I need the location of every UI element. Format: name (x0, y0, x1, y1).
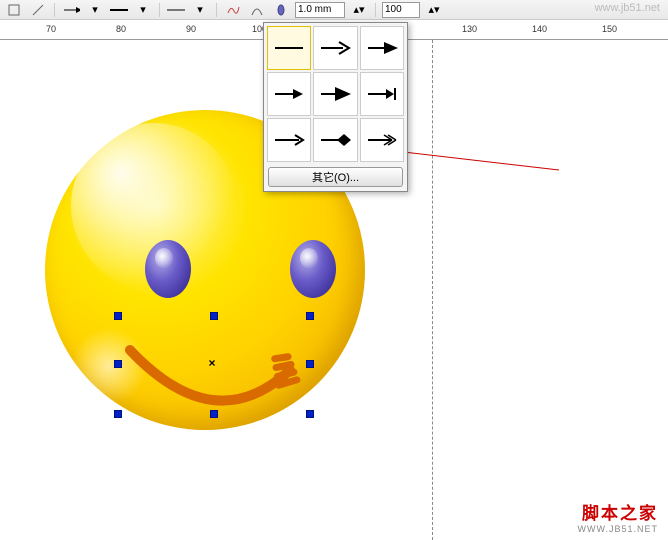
selection-handle[interactable] (114, 312, 122, 320)
property-toolbar: ▾ ▾ ▾ ▴▾ ▴▾ (0, 0, 668, 20)
vertical-guide[interactable] (432, 40, 433, 540)
line-style-dropdown[interactable] (109, 2, 129, 18)
tool-icon[interactable] (4, 2, 24, 18)
ruler-label: 130 (462, 24, 477, 34)
arrowhead-other-button[interactable]: 其它(O)... (268, 167, 403, 187)
dropdown-arrow-icon[interactable]: ▾ (190, 2, 210, 18)
arrowhead-option-bar[interactable] (360, 72, 404, 116)
tool-icon[interactable] (28, 2, 48, 18)
arrowhead-option-solid-small[interactable] (267, 72, 311, 116)
brand-en: WWW.JB51.NET (577, 524, 658, 534)
arrowhead-option-diamond[interactable] (313, 118, 357, 162)
zoom-input[interactable] (382, 2, 420, 18)
selection-handle[interactable] (306, 360, 314, 368)
selection-center-icon: × (207, 358, 217, 368)
spinner-icon[interactable]: ▴▾ (424, 2, 444, 18)
pen-icon[interactable] (271, 2, 291, 18)
arrowhead-option-open[interactable] (313, 26, 357, 70)
selection-handle[interactable] (114, 410, 122, 418)
arrowhead-option-thin[interactable] (267, 118, 311, 162)
arrowhead-option-feather[interactable] (360, 118, 404, 162)
brand-cn: 脚本之家 (577, 499, 658, 524)
right-eye (290, 240, 336, 298)
ruler-label: 70 (46, 24, 56, 34)
watermark-text: www.jb51.net (595, 2, 660, 14)
selection-handle[interactable] (114, 360, 122, 368)
arrowhead-picker-panel: 其它(O)... (263, 22, 408, 192)
line-start-dropdown[interactable] (61, 2, 81, 18)
selection-handle[interactable] (210, 312, 218, 320)
ruler-label: 80 (116, 24, 126, 34)
line-width-input[interactable] (295, 2, 345, 18)
left-eye (145, 240, 191, 298)
selection-handle[interactable] (306, 410, 314, 418)
ruler-label: 150 (602, 24, 617, 34)
selection-handle[interactable] (306, 312, 314, 320)
dropdown-arrow-icon[interactable]: ▾ (133, 2, 153, 18)
ruler-label: 140 (532, 24, 547, 34)
spinner-icon[interactable]: ▴▾ (349, 2, 369, 18)
arrowhead-option-none[interactable] (267, 26, 311, 70)
curve-settings-icon[interactable] (247, 2, 267, 18)
dropdown-arrow-icon[interactable]: ▾ (85, 2, 105, 18)
line-end-dropdown[interactable] (166, 2, 186, 18)
arrowhead-option-solid-wide[interactable] (313, 72, 357, 116)
footer-brand: 脚本之家 WWW.JB51.NET (577, 499, 658, 534)
freehand-icon[interactable] (223, 2, 243, 18)
arrowhead-option-solid[interactable] (360, 26, 404, 70)
ruler-label: 90 (186, 24, 196, 34)
selection-handle[interactable] (210, 410, 218, 418)
